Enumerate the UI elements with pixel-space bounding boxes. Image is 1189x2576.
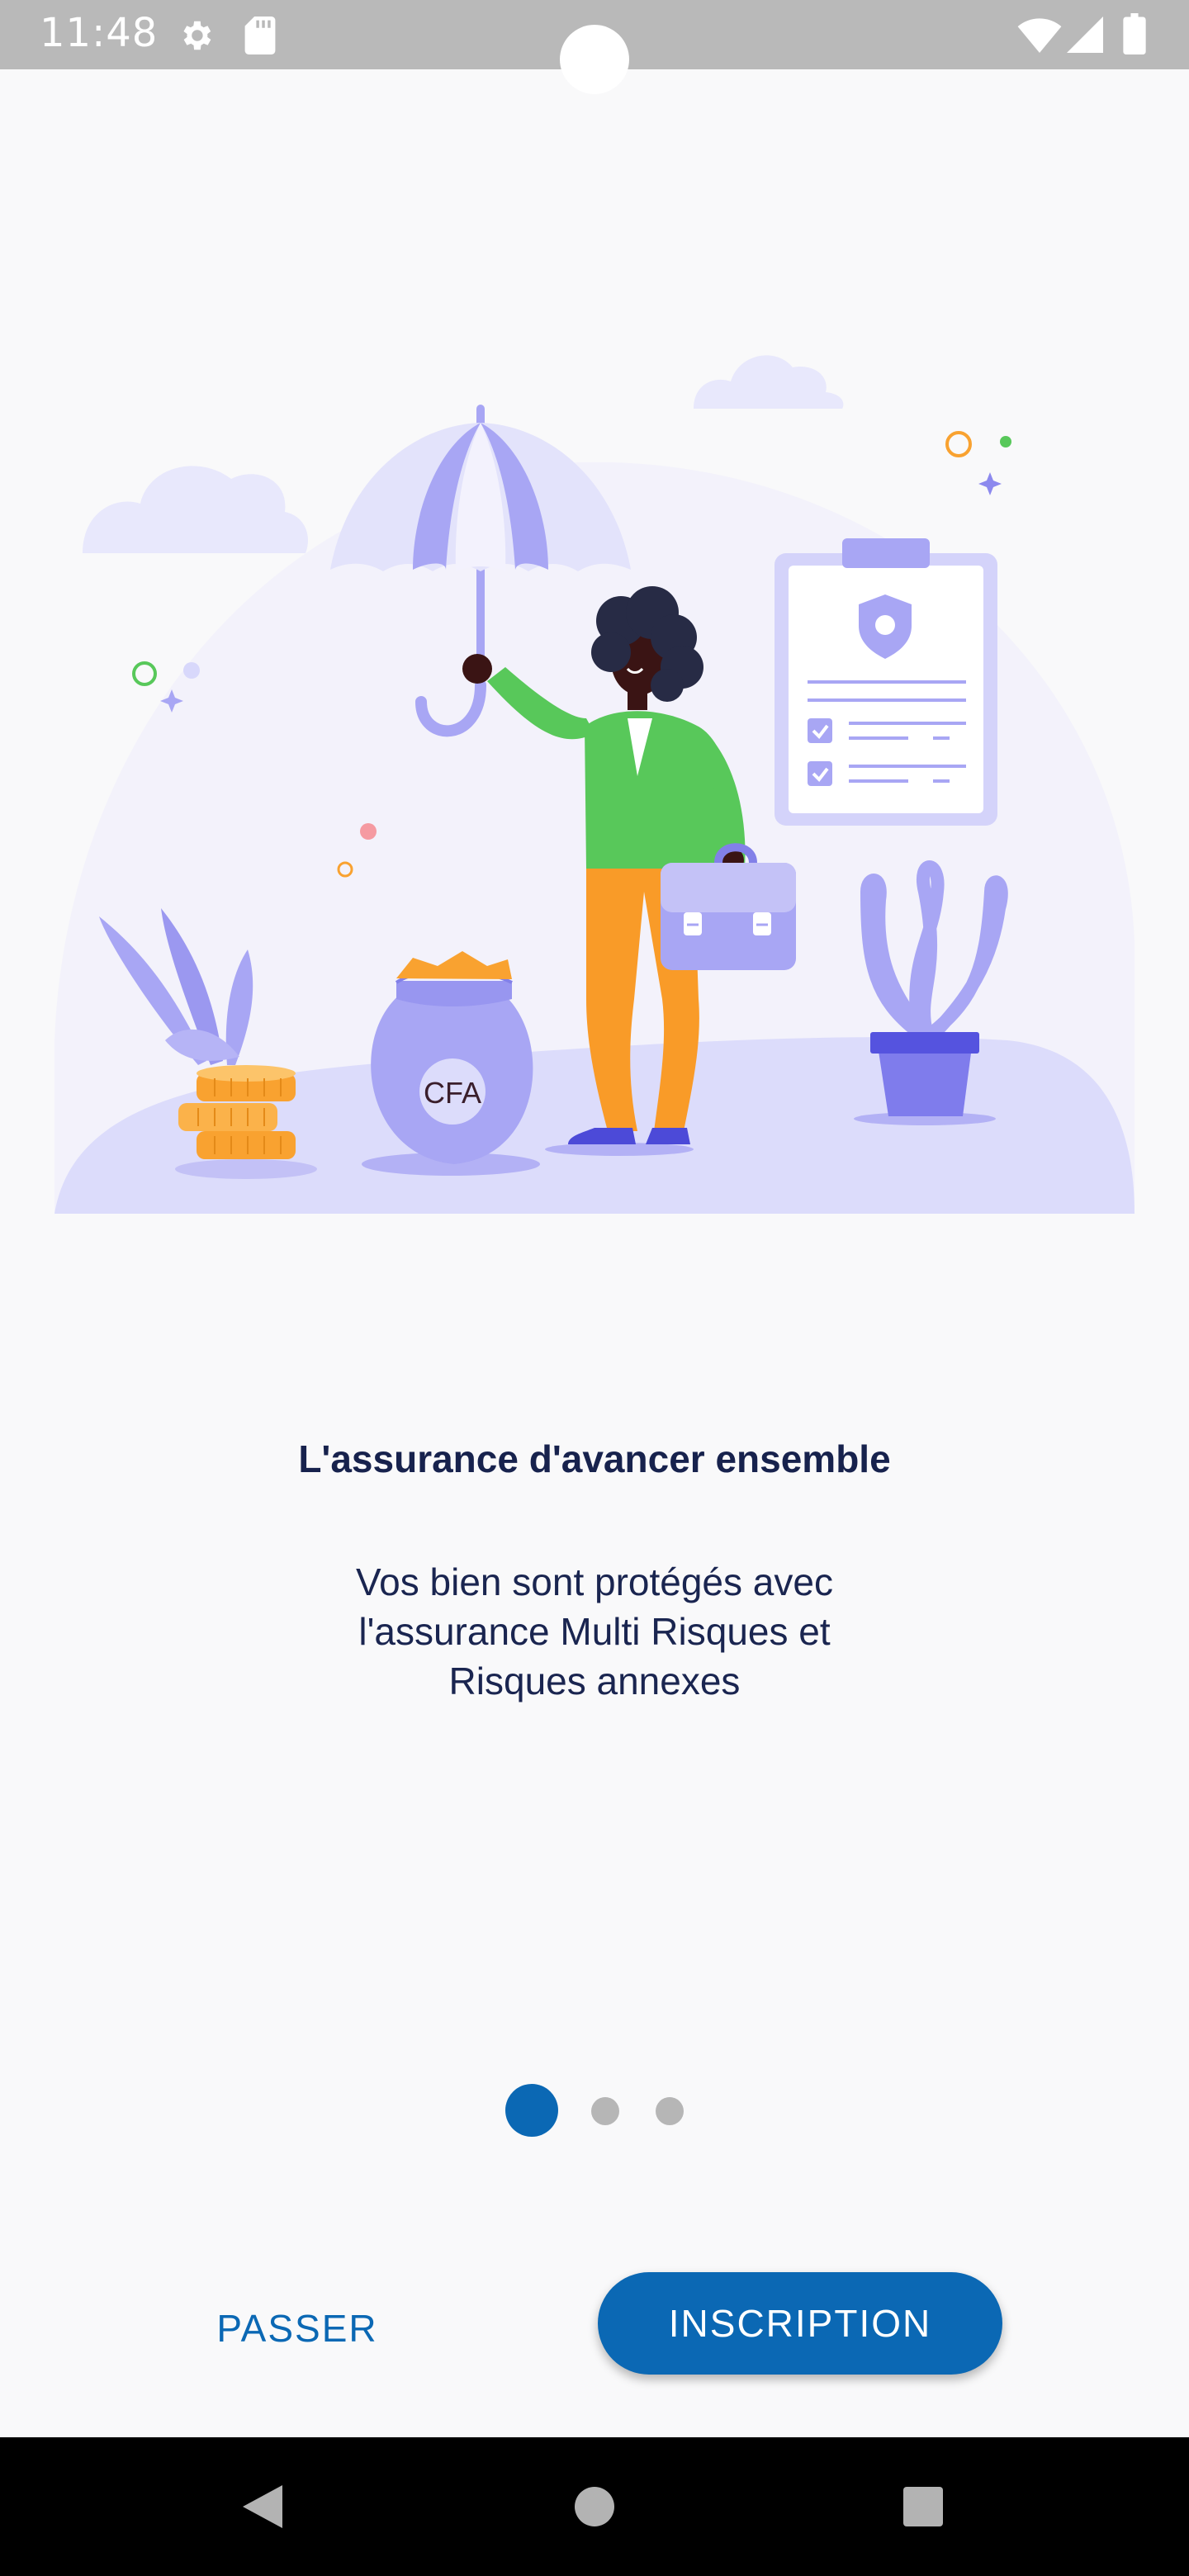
page-dot-3[interactable]: [656, 2097, 684, 2125]
ring-green-icon: [132, 661, 157, 686]
sd-card-icon: [244, 17, 276, 54]
skip-button[interactable]: PASSER: [165, 2295, 429, 2361]
cloud-right-icon: [694, 355, 844, 409]
gear-icon: [183, 21, 211, 50]
onboarding-title: L'assurance d'avancer ensemble: [298, 1437, 891, 1480]
signup-button[interactable]: INSCRIPTION: [598, 2272, 1002, 2375]
cloud-left-icon: [83, 466, 308, 553]
insurance-illustration: CFA: [54, 355, 1135, 1214]
clipboard-icon: [775, 538, 997, 826]
status-time: 11:48: [40, 10, 159, 56]
back-icon[interactable]: [239, 2482, 286, 2531]
page-dot-2[interactable]: [591, 2097, 619, 2125]
page-dot-active[interactable]: [505, 2084, 558, 2137]
dot-lavender-icon: [183, 662, 200, 679]
ring-orange-icon: [945, 431, 972, 457]
dot-pink-icon: [360, 823, 377, 840]
onboarding-description: Vos bien sont protégés avec l'assurance …: [356, 1560, 833, 1702]
navigation-bar: [0, 2437, 1189, 2576]
battery-icon: [1123, 13, 1146, 54]
camera-cutout: [560, 25, 629, 94]
recents-icon[interactable]: [902, 2485, 945, 2528]
sparkle-right-icon: [978, 472, 1002, 495]
briefcase-icon: [661, 843, 796, 970]
bag-label: CFA: [424, 1076, 481, 1110]
page-indicator: [0, 2084, 1189, 2137]
home-icon[interactable]: [573, 2485, 616, 2528]
dot-green-icon: [1000, 436, 1011, 447]
wifi-icon: [1017, 18, 1062, 53]
signal-icon: [1067, 17, 1103, 53]
